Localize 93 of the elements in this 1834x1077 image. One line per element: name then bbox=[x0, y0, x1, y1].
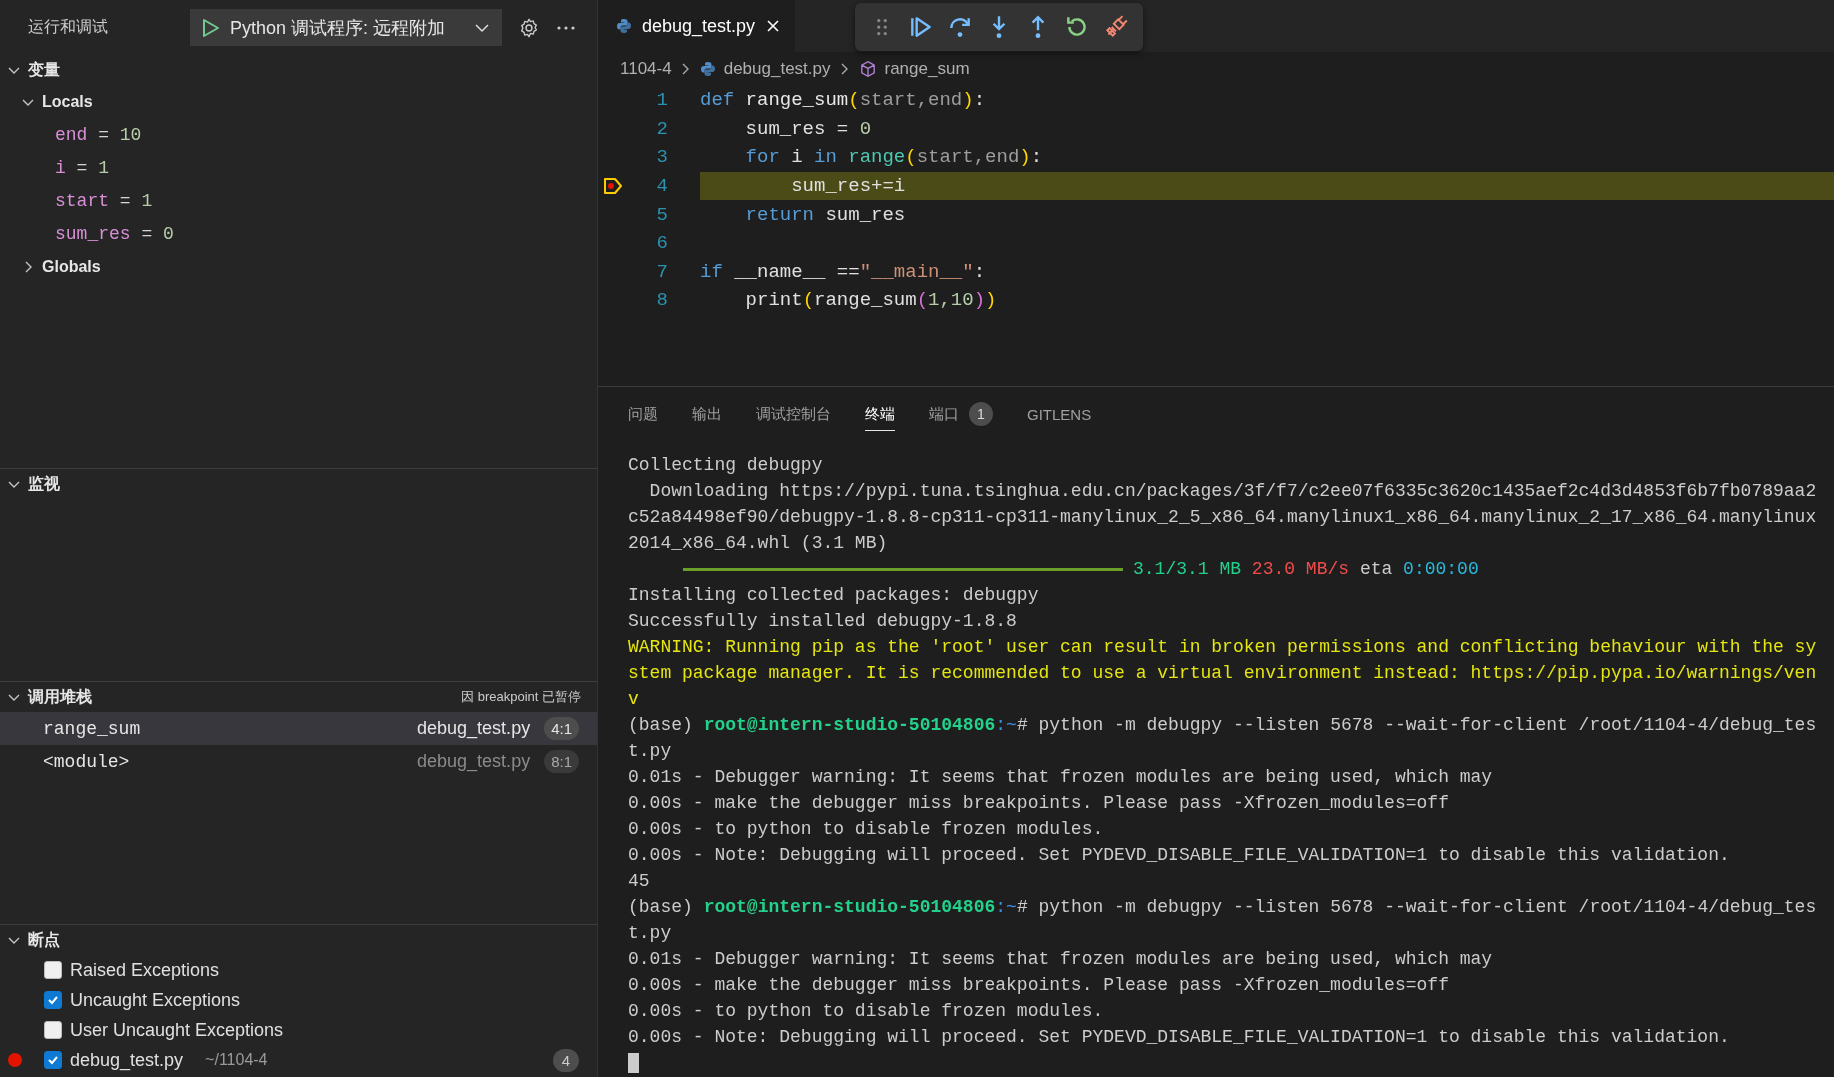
terminal-line: 2014_x86_64.whl (3.1 MB) bbox=[628, 532, 889, 555]
checkbox[interactable] bbox=[44, 1051, 62, 1069]
cube-icon bbox=[858, 60, 877, 78]
play-icon bbox=[202, 17, 220, 38]
checkbox[interactable] bbox=[44, 1021, 62, 1039]
terminal-line: 0.00s - Note: Debugging will proceed. Set PYDEVD_DISABLE_FILE_VALIDATION=1 to disable this validation. bbox=[628, 844, 1731, 867]
panel-title: 运行和调试 bbox=[28, 17, 109, 37]
frame-file: debug_test.py bbox=[417, 751, 531, 772]
continue-icon[interactable] bbox=[908, 14, 934, 40]
breadcrumb-item[interactable]: range_sum bbox=[884, 59, 970, 79]
breadcrumb-item[interactable]: debug_test.py bbox=[723, 59, 831, 79]
python-icon bbox=[616, 18, 632, 34]
line-number: 4 bbox=[655, 175, 668, 198]
checkbox[interactable] bbox=[44, 961, 62, 979]
section-title[interactable]: 监视 bbox=[28, 473, 60, 495]
panel-tab[interactable]: 端口 1 bbox=[929, 396, 993, 433]
code-line: for i in range(start,end): bbox=[744, 145, 1044, 171]
terminal-line: 0.00s - to python to disable frozen modules. bbox=[628, 1000, 1105, 1023]
settings-icon[interactable] bbox=[518, 16, 540, 39]
panel-tab[interactable]: GITLENS bbox=[1027, 399, 1092, 430]
checkmark-icon bbox=[47, 994, 59, 1006]
section-title[interactable]: 调用堆栈 bbox=[28, 686, 92, 708]
terminal-line: WARNING: Running pip as the 'root' user can result in broken permissions and conflicting behaviour with the sy bbox=[628, 636, 1818, 659]
disconnect-icon[interactable] bbox=[1103, 14, 1129, 40]
code-line: sum_res = 0 bbox=[744, 116, 873, 142]
code-line: return sum_res bbox=[744, 202, 907, 228]
line-number: 3 bbox=[655, 146, 668, 169]
section-title[interactable]: 断点 bbox=[28, 929, 60, 951]
code-line: def range_sum(start,end): bbox=[700, 88, 987, 114]
terminal-line: 0.00s - Note: Debugging will proceed. Set PYDEVD_DISABLE_FILE_VALIDATION=1 to disable this validation. bbox=[628, 1026, 1731, 1049]
more-icon[interactable] bbox=[556, 24, 576, 31]
panel-tab[interactable]: 终端 bbox=[865, 398, 895, 431]
terminal-line: 45 bbox=[628, 870, 651, 893]
terminal-line: Installing collected packages: debugpy bbox=[628, 584, 1040, 607]
variable-entry[interactable]: sum_res = 0 bbox=[0, 217, 597, 250]
variable-entry[interactable]: end = 10 bbox=[0, 118, 597, 151]
terminal-line: 0.00s - to python to disable frozen modules. bbox=[628, 818, 1105, 841]
line-number: 1 bbox=[655, 89, 668, 112]
scope-label[interactable]: Globals bbox=[42, 257, 101, 276]
terminal-line: (base) root@intern-studio-50104806:~# python -m debugpy --listen 5678 --wait-for-client /root/1104-4/debug_tes bbox=[628, 896, 1818, 919]
terminal-line: t.py bbox=[628, 922, 673, 945]
terminal-line: 0.00s - make the debugger miss breakpoints. Please pass -Xfrozen_modules=off bbox=[628, 792, 1450, 815]
panel-tab[interactable]: 调试控制台 bbox=[756, 398, 831, 431]
text-cursor bbox=[628, 1053, 639, 1073]
frame-file: debug_test.py bbox=[417, 718, 531, 739]
breakpoint-label: debug_test.py bbox=[70, 1049, 184, 1071]
breakpoint-label: Uncaught Exceptions bbox=[70, 989, 241, 1011]
close-icon[interactable] bbox=[765, 18, 782, 34]
stack-frame[interactable]: <module> debug_test.py 8:1 bbox=[0, 745, 597, 778]
stack-frame[interactable]: range_sum debug_test.py 4:1 bbox=[0, 712, 597, 745]
line-position-badge: 4:1 bbox=[544, 717, 579, 740]
terminal-line: c52a84498ef90/debugpy-1.8.8-cp311-cp311-manylinux_2_5_x86_64.manylinux1_x86_64.manylinux_2_17_x86_64.manylinux bbox=[628, 506, 1818, 529]
terminal-line: stem package manager. It is recommended to use a virtual environment instead: https://pip.pypa.io/warnings/ven bbox=[628, 662, 1818, 685]
line-count-badge: 4 bbox=[552, 1048, 579, 1072]
variable-entry[interactable]: i = 1 bbox=[0, 151, 597, 184]
frame-name: <module> bbox=[43, 751, 130, 772]
launch-config-dropdown[interactable]: Python 调试程序: 远程附加 bbox=[190, 9, 502, 46]
line-number: 5 bbox=[655, 203, 668, 226]
checkmark-icon bbox=[47, 1054, 59, 1066]
scope-label[interactable]: Locals bbox=[42, 92, 93, 111]
checkbox[interactable] bbox=[44, 991, 62, 1009]
terminal-line: Successfully installed debugpy-1.8.8 bbox=[628, 610, 1018, 633]
terminal-line: 0.01s - Debugger warning: It seems that frozen modules are being used, which may bbox=[628, 948, 1494, 971]
breadcrumb-item[interactable]: 1104-4 bbox=[620, 59, 672, 79]
code-line: if __name__ =="__main__": bbox=[700, 259, 987, 285]
terminal-line: Collecting debugpy bbox=[628, 454, 824, 477]
breakpoint-dot bbox=[8, 1053, 22, 1067]
line-number: 6 bbox=[655, 232, 668, 255]
line-position-badge: 8:1 bbox=[544, 750, 579, 773]
panel-tab[interactable]: 问题 bbox=[628, 398, 658, 431]
count-badge: 1 bbox=[969, 402, 993, 426]
frame-name: range_sum bbox=[43, 718, 141, 739]
terminal-line: t.py bbox=[628, 740, 673, 763]
terminal-line: (base) root@intern-studio-50104806:~# python -m debugpy --listen 5678 --wait-for-client /root/1104-4/debug_tes bbox=[628, 714, 1818, 737]
python-icon bbox=[699, 61, 716, 77]
line-number: 2 bbox=[655, 117, 668, 140]
breakpoint-label: User Uncaught Exceptions bbox=[70, 1019, 284, 1041]
terminal-line: v bbox=[628, 688, 640, 711]
paused-status: 因 breakpoint 已暂停 bbox=[461, 688, 581, 706]
terminal-line: 3.1/3.1 MB 23.0 MB/s eta 0:00:00 bbox=[1133, 558, 1479, 581]
editor-tab[interactable]: debug_test.py bbox=[598, 0, 796, 52]
panel-tab[interactable]: 输出 bbox=[692, 398, 722, 431]
terminal-line: 0.00s - make the debugger miss breakpoints. Please pass -Xfrozen_modules=off bbox=[628, 974, 1450, 997]
current-line-icon bbox=[603, 177, 623, 196]
line-number: 8 bbox=[655, 289, 668, 312]
terminal-line: 0.01s - Debugger warning: It seems that frozen modules are being used, which may bbox=[628, 766, 1494, 789]
variable-entry[interactable]: start = 1 bbox=[0, 184, 597, 217]
code-line: print(range_sum(1,10)) bbox=[744, 288, 998, 314]
line-number: 7 bbox=[655, 260, 668, 283]
terminal-line: Downloading https://pypi.tuna.tsinghua.edu.cn/packages/3f/f7/c2ee07f6335c3620c1435aef2c4d3d4853f6b7fb0789aa2 bbox=[648, 480, 1818, 503]
file-path: ~/1104-4 bbox=[205, 1051, 268, 1069]
breakpoint-label: Raised Exceptions bbox=[70, 959, 220, 981]
section-title[interactable]: 变量 bbox=[28, 59, 60, 81]
